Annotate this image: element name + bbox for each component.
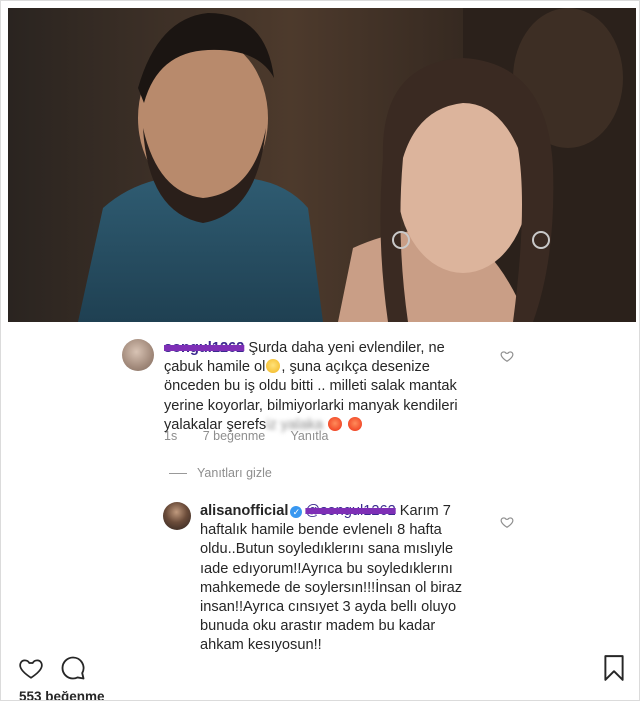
hide-replies-button[interactable]: Yanıtları gizle bbox=[169, 466, 272, 480]
commenter-avatar[interactable] bbox=[122, 339, 154, 371]
reply-username[interactable]: alisanofficial bbox=[200, 503, 288, 519]
commenter-username[interactable]: songul1262 bbox=[164, 340, 244, 356]
post-photo[interactable] bbox=[8, 8, 636, 322]
verified-badge-icon: ✓ bbox=[290, 506, 303, 518]
comment-bubble-icon[interactable] bbox=[59, 654, 87, 682]
heart-small-icon[interactable] bbox=[500, 515, 514, 529]
reply-mention[interactable]: @songul1262 bbox=[305, 503, 395, 519]
instagram-post: songul1262 Şurda daha yeni evlendiler, n… bbox=[0, 0, 640, 701]
heart-icon[interactable] bbox=[17, 655, 45, 681]
reply-avatar[interactable] bbox=[163, 502, 191, 530]
reply-button[interactable]: Yanıtla bbox=[291, 429, 329, 443]
bookmark-icon[interactable] bbox=[603, 654, 625, 682]
photo-illustration bbox=[8, 8, 636, 322]
reply-text: alisanofficial ✓ @songul1262 Karım 7 hafta… bbox=[200, 503, 463, 654]
comment-likes-count[interactable]: 7 beğenme bbox=[203, 429, 266, 443]
comment-meta: 1s 7 beğenme Yanıtla bbox=[164, 429, 351, 443]
flushed-face-emoji-icon bbox=[266, 359, 281, 374]
divider-line bbox=[169, 472, 187, 474]
comment-text: songul1262 Şurda daha yeni evlendiler, n… bbox=[164, 340, 458, 433]
heart-small-icon[interactable] bbox=[500, 349, 514, 363]
likes-count[interactable]: 553 beğenme bbox=[19, 689, 105, 700]
comment-time: 1s bbox=[164, 429, 178, 443]
